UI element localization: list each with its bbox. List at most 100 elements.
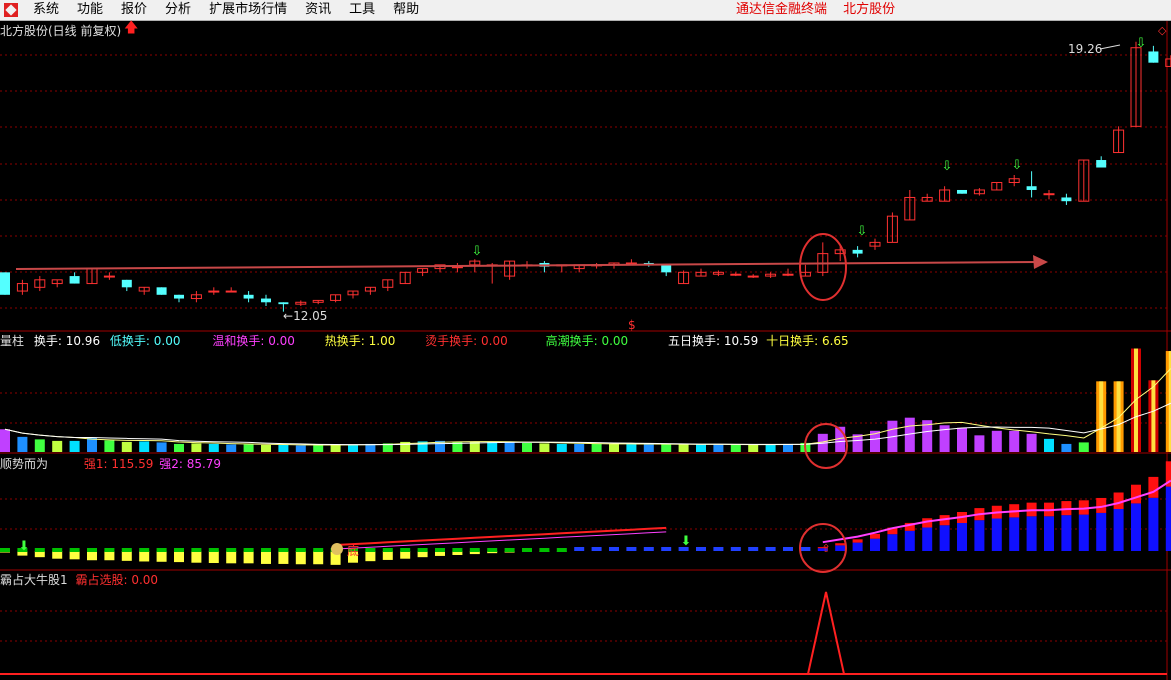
weak-bar-cap xyxy=(313,548,324,552)
volume-bar xyxy=(957,427,967,452)
volume-bar xyxy=(348,444,358,452)
volume-bar xyxy=(17,436,28,452)
dollar-marker: $ xyxy=(628,318,636,332)
green-down-arrow-icon: ⇩ xyxy=(472,244,483,259)
strong1-label: 强1: 115.59 xyxy=(84,457,154,471)
strength-bar-top xyxy=(1113,492,1124,509)
flat-bar xyxy=(730,547,741,551)
diamond-icon: ◇ xyxy=(1158,24,1167,37)
volume-bar xyxy=(278,444,289,452)
weak-bar-cap xyxy=(69,548,80,552)
volume-bar xyxy=(522,442,532,452)
green-down-arrow-icon: ⬇ xyxy=(681,534,692,549)
menu-tools[interactable]: 工具 xyxy=(340,0,384,20)
flat-bar xyxy=(609,547,619,551)
money-bag-icon xyxy=(331,543,343,555)
flat-bar xyxy=(696,547,706,551)
volume-bar xyxy=(104,440,115,452)
strong1-value: 115.59 xyxy=(111,457,154,471)
weak-bar-cap xyxy=(504,548,515,552)
weak-bar-cap xyxy=(139,548,150,552)
menu-quote[interactable]: 报价 xyxy=(112,0,156,20)
candle-body xyxy=(156,287,167,295)
menu-function[interactable]: 功能 xyxy=(68,0,112,20)
climax-turnover-label: 高潮换手: 0.00 xyxy=(546,334,629,348)
strong1-text: 强1: xyxy=(83,457,108,471)
volume-bar-highlight xyxy=(1151,380,1156,452)
weak-bar-cap xyxy=(208,548,219,552)
weak-bar-cap xyxy=(174,548,184,552)
volume-bar xyxy=(313,445,324,452)
ten-day-turnover-text: 十日换手: xyxy=(766,334,819,348)
mild-turnover-value: 0.00 xyxy=(268,334,295,348)
weak-bar xyxy=(121,551,132,561)
menu-system[interactable]: 系统 xyxy=(24,0,68,20)
volume-bar xyxy=(261,444,271,452)
trend-arrow-line xyxy=(15,261,1041,270)
weak-bar xyxy=(208,551,219,564)
candle-body xyxy=(730,273,742,276)
menu-extended-market[interactable]: 扩展市场行情 xyxy=(200,0,296,20)
weak-bar-cap xyxy=(52,548,63,552)
volume-bar xyxy=(696,444,706,452)
hot-turnover-value: 1.00 xyxy=(368,334,396,348)
volume-bar xyxy=(191,443,202,452)
weak-bar xyxy=(261,551,271,564)
menu-analysis[interactable]: 分析 xyxy=(156,0,200,20)
menu-news[interactable]: 资讯 xyxy=(296,0,340,20)
volume-bar xyxy=(156,442,167,452)
candle-body xyxy=(782,273,794,276)
weak-bar-cap xyxy=(522,548,532,552)
volume-bar-highlight xyxy=(1099,381,1104,452)
candle-body xyxy=(261,298,271,303)
title-area: 通达信金融终端 北方股份 xyxy=(736,0,907,20)
weak-bar xyxy=(69,551,80,560)
low-turnover-label: 低换手: 0.00 xyxy=(110,334,181,348)
volume-bar xyxy=(34,439,45,452)
low-price-value: 12.05 xyxy=(293,309,328,323)
five-day-turnover-text: 五日换手: xyxy=(668,334,721,348)
candle-body xyxy=(243,294,254,299)
menu-bar: 系统 功能 报价 分析 扩展市场行情 资讯 工具 帮助 通达信金融终端 北方股份 xyxy=(0,0,1171,21)
climax-turnover-value: 0.00 xyxy=(601,334,629,348)
candle-body xyxy=(852,249,863,254)
volume-bar xyxy=(713,444,724,452)
weak-bar xyxy=(174,551,184,563)
chart-canvas[interactable]: ⇩ ⇩ ⇩ ⇩ ⇩ ◇ ⬇ ⬇ ⇧ xyxy=(0,21,1171,680)
menu-help[interactable]: 帮助 xyxy=(384,0,428,20)
weak-bar-cap xyxy=(365,548,376,552)
weak-bar-cap xyxy=(417,548,428,552)
trend-panel-header: 顺势而为 强1: 115.59 强2: 85.79 xyxy=(0,457,221,471)
volume-bar xyxy=(243,444,254,452)
bottom-tag: 底 xyxy=(347,544,360,558)
weak-bar-cap xyxy=(400,548,411,552)
candle-body xyxy=(69,276,80,284)
candle-body xyxy=(957,189,967,194)
volume-bar xyxy=(226,444,237,452)
flat-bar xyxy=(800,547,811,551)
strength-bar xyxy=(1078,514,1089,551)
volume-bar xyxy=(730,444,741,452)
hot-turnover-label: 热换手: 1.00 xyxy=(325,334,396,348)
weak-bar-cap xyxy=(435,548,445,552)
candle-body xyxy=(174,294,184,299)
strength-bar xyxy=(957,523,967,551)
five-day-turnover-value: 10.59 xyxy=(723,334,759,348)
volume-bar xyxy=(121,441,132,452)
flat-bar xyxy=(591,547,602,551)
bull-signal-text: 霸占选股: xyxy=(75,573,128,587)
weak-bar-cap xyxy=(0,548,10,552)
strength-bar xyxy=(991,518,1002,551)
mild-turnover-text: 温和换手: xyxy=(212,334,265,348)
strength-bar xyxy=(1131,503,1141,551)
strength-bar-top xyxy=(870,533,880,539)
strong2-line xyxy=(335,531,667,550)
strength-bar xyxy=(1165,486,1171,551)
weak-bar-cap xyxy=(469,548,480,552)
weak-bar-cap xyxy=(121,548,132,552)
candle-body xyxy=(1096,160,1107,168)
volume-bar xyxy=(1026,433,1037,452)
flat-bar xyxy=(748,547,759,551)
volume-panel-name: 量柱 xyxy=(0,334,25,348)
strength-bar-top xyxy=(1131,484,1141,504)
